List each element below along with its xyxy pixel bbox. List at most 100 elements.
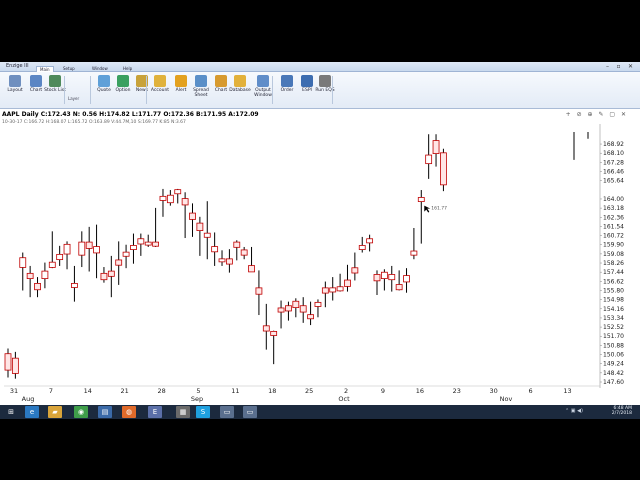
system-tray[interactable]: ⌃ ▣ ◀)	[565, 408, 583, 414]
price-tick-label: 157.44	[603, 269, 624, 276]
stock-list-button[interactable]: Stock List	[44, 75, 66, 105]
bar-body	[71, 283, 78, 288]
date-tick-label: 16	[416, 387, 424, 395]
price-tick-label: 147.60	[603, 379, 624, 386]
date-tick-label: 9	[381, 387, 385, 395]
ohlc-bar	[248, 246, 255, 273]
alert-button[interactable]: Alert	[170, 75, 192, 105]
price-tick-label: 167.28	[603, 159, 624, 166]
bar-body	[122, 251, 130, 257]
bar-body	[277, 307, 285, 313]
ohlc-bar	[292, 298, 300, 318]
bar-body	[63, 243, 71, 255]
ohlc-bar	[63, 241, 71, 270]
ohlc-bar	[344, 264, 351, 292]
price-chart[interactable]: 168.92 168.10 167.28 166.46 165.64 164.00 163.…	[0, 110, 640, 405]
ohlc-bar	[425, 134, 433, 179]
skype-icon[interactable]: S	[196, 406, 210, 418]
bar-body	[307, 314, 314, 320]
start-button[interactable]: ⊞	[4, 406, 18, 418]
ohlc-bar	[78, 231, 86, 268]
database-button[interactable]: Database	[229, 75, 251, 105]
bar-body	[373, 274, 381, 282]
ohlc-bar	[19, 252, 27, 291]
ohlc-bar	[336, 273, 344, 292]
mouse-cursor-icon	[424, 205, 431, 213]
bar-body	[78, 241, 86, 256]
ohlc-bar	[410, 227, 418, 260]
ohlc-bar	[351, 252, 359, 281]
window-b-icon[interactable]: ▭	[243, 406, 257, 418]
app-title: Enzige III	[6, 63, 29, 69]
price-tick-label: 161.54	[603, 223, 624, 230]
chart-icon	[30, 75, 42, 87]
bar-body	[4, 353, 12, 371]
minimize-icon[interactable]: –	[603, 63, 612, 70]
price-tick-label: 156.62	[603, 278, 624, 285]
bar-body	[248, 265, 255, 273]
bar-body	[56, 253, 64, 261]
explorer-icon[interactable]: ▰	[48, 406, 62, 418]
chart-panel[interactable]: AAPL Daily C:172.43 N: 0.56 H:174.82 L:1…	[0, 110, 640, 405]
store-icon[interactable]: ▤	[98, 406, 112, 418]
ribbon-button-label: Layout	[7, 88, 23, 93]
bar-body	[218, 258, 226, 263]
maximize-icon[interactable]: ▫	[614, 63, 623, 70]
bar-body	[403, 275, 410, 283]
ribbon-button-label: Order	[280, 88, 294, 93]
window-a-icon[interactable]: ▭	[220, 406, 234, 418]
order-button[interactable]: Order	[276, 75, 298, 105]
ohlc-bar	[395, 270, 403, 291]
output-window-button[interactable]: Output Window	[252, 75, 274, 105]
date-tick-label: 21	[121, 387, 129, 395]
chrome-icon[interactable]: ◉	[74, 406, 88, 418]
account-icon	[154, 75, 166, 87]
month-label: Nov	[500, 395, 513, 403]
chart-window-icon	[215, 75, 227, 87]
bar-body	[255, 287, 263, 295]
bar-body	[93, 246, 100, 254]
bar-body	[388, 274, 396, 281]
bar-body	[380, 271, 388, 279]
ohlc-bar	[85, 226, 93, 272]
bar-body	[166, 194, 174, 204]
close-icon[interactable]: ✕	[626, 63, 635, 70]
firefox-icon[interactable]: ◍	[122, 406, 136, 418]
ohlc-bar	[321, 281, 329, 308]
bar-body	[144, 241, 152, 246]
price-tick-label: 155.80	[603, 287, 624, 294]
bar-body	[292, 300, 300, 309]
clock[interactable]: 6:48 AM 2/7/2018	[612, 406, 632, 416]
price-tick-label: 149.24	[603, 361, 624, 368]
ribbon-separator	[90, 76, 91, 104]
date-tick-label: 31	[10, 387, 18, 395]
ohlc-bar	[11, 351, 19, 379]
ribbon-separator	[64, 76, 65, 104]
ribbon-separator	[332, 76, 333, 104]
bar-body	[336, 286, 344, 292]
bar-body	[366, 238, 374, 244]
layout-button[interactable]: Layout	[4, 75, 26, 105]
alert-icon	[175, 75, 187, 87]
bar-body	[137, 238, 145, 245]
spread-sheet-button[interactable]: Spread Sheet	[190, 75, 212, 105]
account-button[interactable]: Account	[149, 75, 171, 105]
ohlc-bar	[299, 297, 307, 323]
spreadsheet-icon	[195, 75, 207, 87]
ie-icon[interactable]: e	[25, 406, 39, 418]
price-tick-label: 154.16	[603, 306, 624, 313]
ohlc-bar	[233, 240, 241, 261]
bar-body	[159, 195, 167, 201]
enzige-icon[interactable]: E	[148, 406, 162, 418]
ohlc-bar	[417, 190, 425, 244]
bar-body	[262, 325, 270, 332]
bar-body	[417, 197, 425, 202]
ohlc-bar	[196, 216, 204, 256]
ribbon-group-label: Layer	[68, 96, 80, 101]
bar-body	[321, 287, 329, 294]
bar-body	[181, 198, 189, 206]
app-icon[interactable]: ▦	[176, 406, 190, 418]
bar-body	[11, 357, 19, 374]
price-tick-label: 168.92	[603, 141, 624, 148]
date-tick-label: 13	[563, 387, 571, 395]
